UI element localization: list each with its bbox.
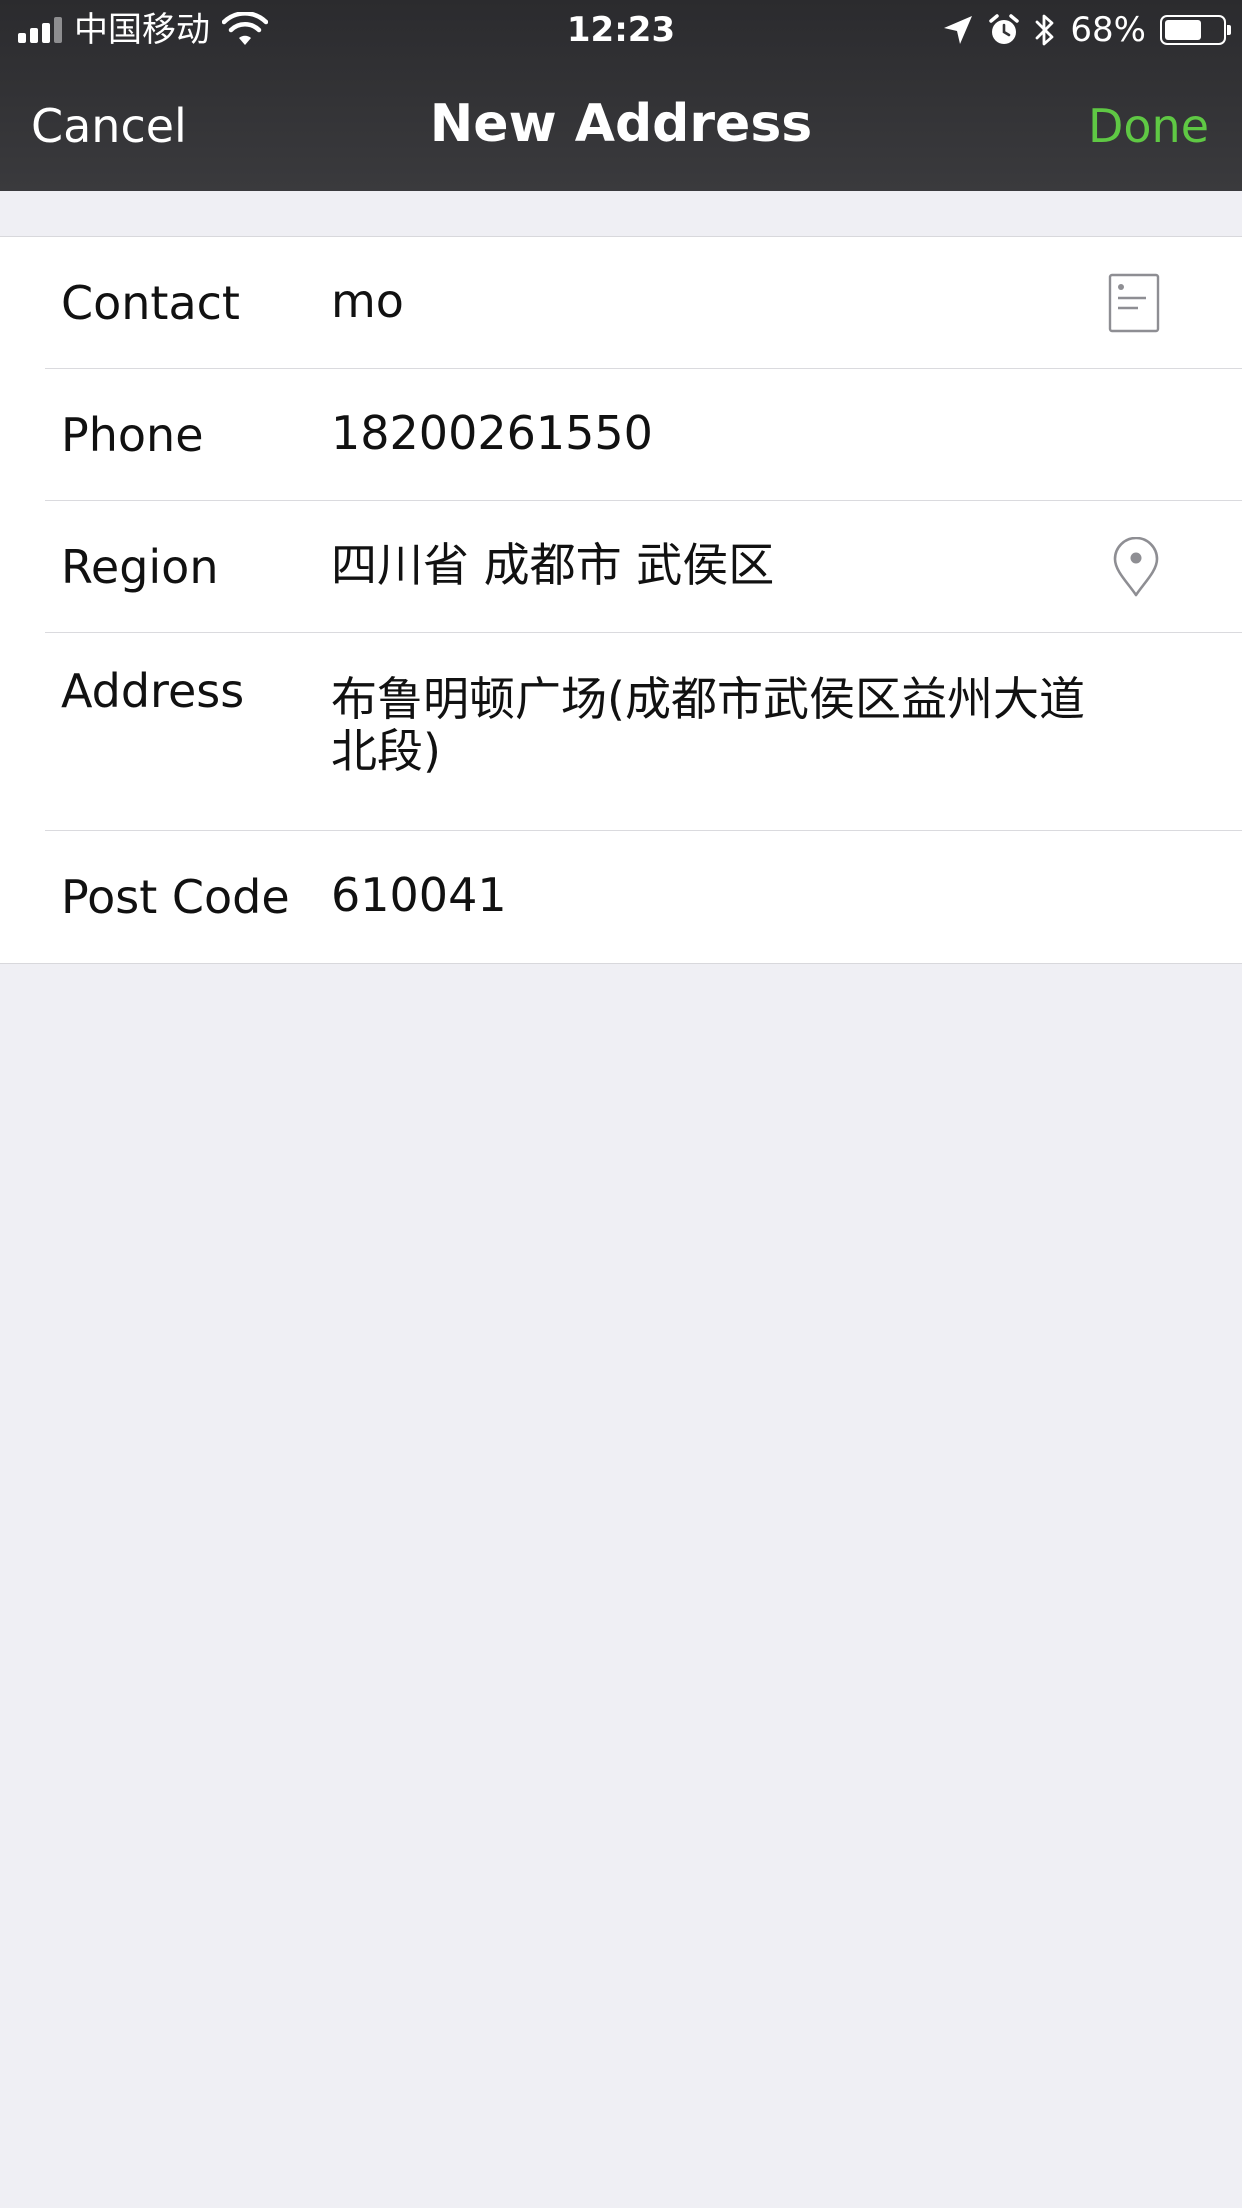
alarm-icon — [989, 14, 1020, 44]
top-bar: 中国移动 12:23 68% Cancel New Address Done — [0, 0, 1242, 191]
contact-label: Contact — [61, 276, 240, 330]
region-row: Region 四川省 成都市 武侯区 — [0, 501, 1242, 633]
address-field[interactable]: 布鲁明顿广场(成都市武侯区益州大道北段) — [331, 673, 1091, 777]
status-bar: 中国移动 12:23 68% — [0, 0, 1242, 62]
phone-row: Phone 18200261550 — [0, 369, 1242, 501]
region-field[interactable]: 四川省 成都市 武侯区 — [331, 537, 1111, 593]
location-pin-icon[interactable] — [1108, 537, 1164, 597]
contact-card-icon[interactable] — [1108, 273, 1164, 333]
bluetooth-icon — [1036, 14, 1054, 46]
address-form: Contact mo Phone 18200261550 Region 四川省 … — [0, 236, 1242, 964]
location-arrow-icon — [944, 16, 973, 44]
battery-fill — [1165, 20, 1202, 40]
address-label: Address — [61, 664, 245, 718]
battery-percent: 68% — [1070, 10, 1146, 50]
address-row: Address 布鲁明顿广场(成都市武侯区益州大道北段) — [0, 633, 1242, 831]
cancel-button[interactable]: Cancel — [31, 98, 187, 154]
post-code-row: Post Code 610041 — [0, 831, 1242, 963]
nav-bar: Cancel New Address Done — [0, 62, 1242, 191]
phone-field[interactable]: 18200261550 — [331, 405, 1111, 461]
battery-icon — [1160, 15, 1231, 45]
contact-row: Contact mo — [0, 237, 1242, 369]
status-right: 68% — [942, 10, 1231, 50]
done-button[interactable]: Done — [1088, 98, 1209, 154]
phone-label: Phone — [61, 408, 204, 462]
post-code-label: Post Code — [61, 870, 290, 924]
region-label: Region — [61, 540, 219, 594]
post-code-field[interactable]: 610041 — [331, 867, 1111, 923]
contact-field[interactable]: mo — [331, 273, 1111, 329]
